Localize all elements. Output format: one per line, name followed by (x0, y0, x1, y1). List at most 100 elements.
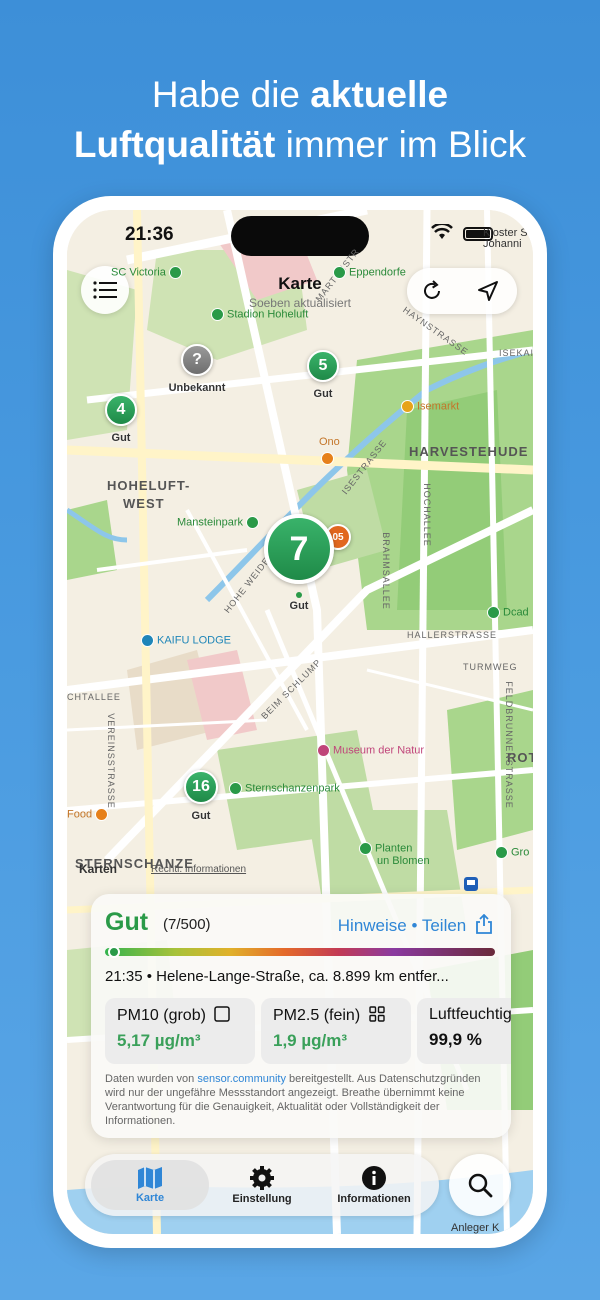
street-label: HOCHALLEE (421, 483, 432, 547)
poi-text: Johanni (483, 238, 522, 250)
search-icon (468, 1173, 493, 1198)
poi-label[interactable]: Isemarkt (401, 400, 459, 413)
poi-label[interactable]: Stadion Hoheluft (211, 308, 308, 321)
district-label: WEST (123, 496, 165, 511)
metric-title: Luftfeuchtigkeit (429, 1006, 511, 1023)
aqi-status: Gut (105, 908, 149, 936)
poi-label[interactable]: KAIFU LODGE (141, 634, 231, 647)
metric-value: 5,17 µg/m³ (117, 1031, 201, 1050)
marker-label: Gut (111, 432, 131, 444)
poi-label[interactable]: Ono (319, 436, 340, 465)
measurement-location: 21:35 • Helene-Lange-Straße, ca. 8.899 k… (105, 968, 449, 985)
metric-tile-pm25[interactable]: PM2.5 (fein) 1,9 µg/m³ (261, 998, 411, 1064)
headline-text-1: Habe die (151, 74, 311, 115)
poi-text: un Blomen (377, 855, 430, 867)
street-label: FELDBRUNNENSTRASSE (503, 681, 514, 809)
card-links: Hinweise • Teilen (338, 913, 493, 936)
sensor-community-link[interactable]: sensor.community (197, 1073, 286, 1085)
tree-icon (229, 782, 242, 795)
street-label: ISEKAI (499, 348, 533, 358)
marker-pin: 16 (184, 770, 218, 804)
district-label: HOHELUFT- (107, 478, 191, 493)
poi-text: Anleger K (451, 1222, 500, 1234)
sensor-marker[interactable]: 16 Gut (179, 770, 223, 822)
map-action-group (407, 268, 517, 314)
hints-link[interactable]: Hinweise (338, 916, 407, 935)
info-icon (362, 1166, 386, 1190)
metric-tile-pm10[interactable]: PM10 (grob) 5,17 µg/m³ (105, 998, 255, 1064)
street-label: TURMWEG (463, 662, 518, 672)
poi-label[interactable]: Museum der Natur (317, 744, 424, 757)
status-time: 21:36 (125, 224, 174, 245)
museum-icon (317, 744, 330, 757)
poi-text: Eppendorfe (349, 266, 406, 279)
poi-label[interactable]: Anleger K (451, 1222, 499, 1234)
legal-link[interactable]: Rechtl. Informationen (151, 864, 246, 875)
restaurant-icon (95, 808, 109, 821)
poi-text: Food (67, 808, 93, 821)
tab-bar: Karte Einstellung Informationen (85, 1154, 439, 1216)
sensor-marker[interactable]: ? Unbekannt (169, 344, 225, 394)
phone-frame: 21:36 Karte Soeben aktualisiert HARVESTE… (53, 196, 547, 1248)
poi-text: Stadion Hoheluft (227, 308, 309, 321)
sensor-marker[interactable]: 5 Gut (301, 350, 345, 400)
poi-text: Ono (319, 436, 340, 448)
tab-settings[interactable]: Einstellung (203, 1160, 321, 1210)
wifi-icon (431, 224, 453, 239)
disclaimer-text: Daten wurden von (105, 1073, 198, 1085)
poi-label[interactable]: Gro (495, 846, 529, 859)
tab-label: Informationen (337, 1193, 411, 1205)
marker-anchor-dot (296, 592, 302, 598)
poi-text: Mansteinpark (177, 516, 244, 529)
fitness-icon (141, 634, 154, 647)
street-label: CHTALLEE (67, 692, 121, 702)
tree-icon (359, 842, 372, 855)
poi-text: Dcad (503, 606, 529, 619)
metric-tiles: PM10 (grob) 5,17 µg/m³ PM2.5 (fein) 1,9 … (105, 998, 511, 1064)
poi-text: Sternschanzenpark (245, 782, 340, 795)
share-link[interactable]: Teilen (422, 916, 466, 935)
metric-value: 1,9 µg/m³ (273, 1031, 348, 1050)
search-button[interactable] (449, 1154, 511, 1216)
sensor-marker-selected[interactable]: 7 Gut (263, 514, 335, 612)
street-label: BRAHMSALLEE (380, 532, 391, 610)
location-arrow-icon[interactable] (477, 280, 499, 302)
poi-text: KAIFU LODGE (157, 634, 231, 647)
aqi-score: (7/500) (163, 916, 211, 933)
list-icon (93, 281, 117, 299)
street-label: HALLERSTRASSE (407, 630, 498, 640)
tab-karte[interactable]: Karte (91, 1160, 209, 1210)
dynamic-island (231, 216, 369, 256)
marker-pin: 4 (105, 394, 137, 426)
promo-headline: Habe die aktuelle Luftqualität immer im … (0, 70, 600, 170)
data-disclaimer: Daten wurden von sensor.community bereit… (105, 1072, 501, 1128)
sensor-marker[interactable]: 4 Gut (99, 394, 143, 444)
tree-icon (246, 516, 260, 529)
marker-label: Gut (191, 810, 211, 822)
poi-label[interactable]: Planten un Blomen (359, 842, 430, 867)
headline-text-2: immer im Blick (275, 124, 527, 165)
tab-label: Einstellung (232, 1193, 292, 1205)
tab-info[interactable]: Informationen (315, 1160, 433, 1210)
poi-label[interactable]: Kloster S Johanni (483, 228, 528, 250)
aqi-scale-indicator (108, 946, 121, 958)
poi-label[interactable]: SC Victoria (111, 266, 185, 279)
poi-label[interactable]: Eppendorfe (333, 266, 406, 279)
metric-tile-humidity[interactable]: Luftfeuchtigkeit 99,9 % (417, 998, 511, 1064)
tree-icon (333, 266, 346, 279)
poi-label[interactable]: Dcad (487, 606, 529, 619)
marker-pin: 7 (264, 514, 334, 584)
poi-label[interactable]: Sternschanzenpark (229, 782, 340, 795)
metric-value: 99,9 % (429, 1030, 482, 1049)
marker-pin: 5 (307, 350, 339, 382)
sport-icon (487, 606, 500, 619)
grid-icon (368, 1006, 385, 1022)
poi-label[interactable]: Food (67, 808, 111, 821)
poi-label[interactable]: Mansteinpark (177, 516, 262, 529)
air-quality-card[interactable]: Gut (7/500) Hinweise • Teilen 21:35 • He… (91, 894, 511, 1138)
marker-pin: ? (181, 344, 213, 376)
share-icon[interactable] (475, 913, 493, 934)
refresh-icon[interactable] (421, 280, 443, 302)
restaurant-icon (321, 452, 335, 465)
poi-text: Isemarkt (417, 400, 460, 413)
